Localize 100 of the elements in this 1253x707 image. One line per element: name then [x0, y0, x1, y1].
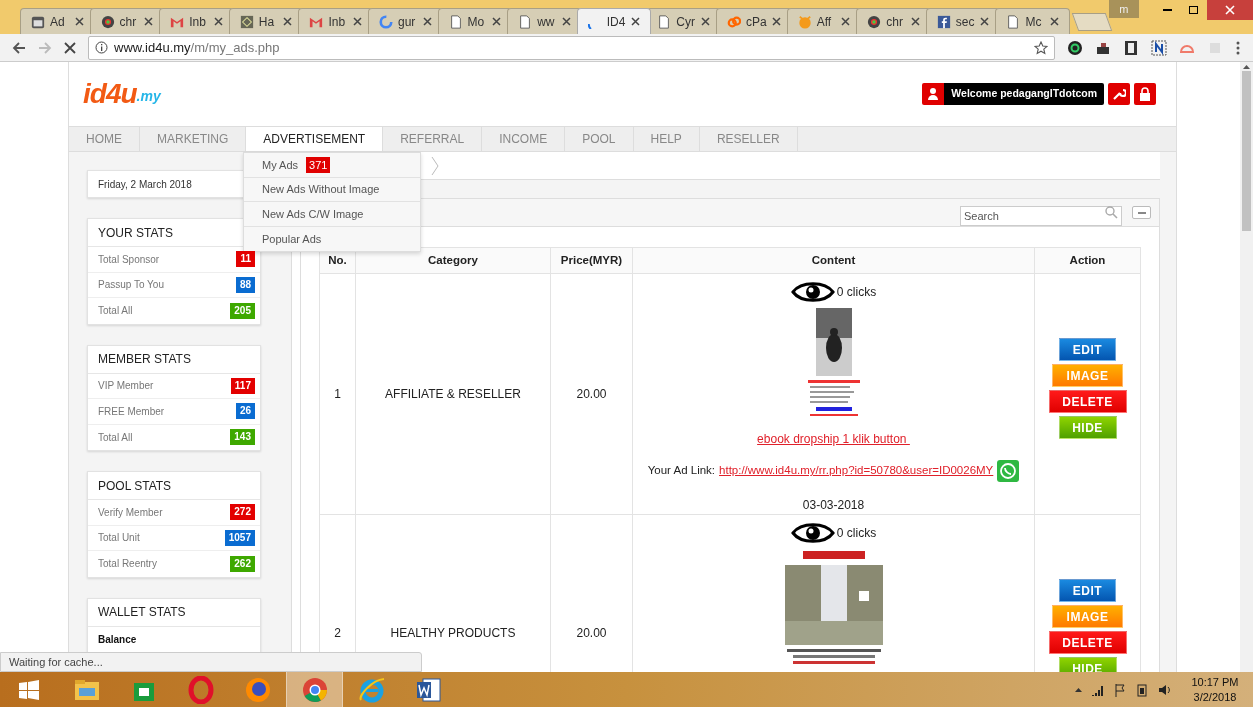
- nav-item[interactable]: ADVERTISEMENT: [246, 127, 384, 151]
- speaker-icon[interactable]: [1158, 682, 1172, 697]
- click-count: 0 clicks: [836, 284, 877, 301]
- document-w-icon: [414, 675, 443, 704]
- page-icon: [518, 14, 533, 29]
- address-bar[interactable]: www.id4u.my/m/my_ads.php: [88, 35, 1055, 60]
- ad-title-link[interactable]: ebook dropship 1 klik button: [757, 430, 910, 448]
- tab-title: Ad: [50, 13, 66, 31]
- count-badge: 117: [230, 377, 255, 394]
- letter-n-icon[interactable]: [1151, 39, 1167, 56]
- count-badge: 143: [230, 429, 255, 446]
- close-icon[interactable]: [213, 17, 223, 26]
- stat-label: Total Sponsor: [98, 252, 160, 267]
- tab-title: Mc: [1025, 13, 1043, 31]
- count-badge: 1057: [224, 529, 255, 546]
- menu-item[interactable]: New Ads Without Image: [244, 177, 420, 202]
- panel-title: POOL STATS: [88, 472, 260, 500]
- count-badge: 88: [235, 276, 255, 293]
- letter-e-icon: [357, 675, 386, 704]
- close-icon[interactable]: [74, 17, 84, 26]
- close-icon[interactable]: [422, 17, 432, 26]
- close-icon[interactable]: [631, 17, 641, 26]
- close-icon[interactable]: [144, 17, 154, 26]
- back-arrow-icon[interactable]: [12, 40, 26, 55]
- row-number: 1: [319, 273, 356, 515]
- stat-label: FREE Member: [98, 404, 165, 419]
- action-button[interactable]: EDIT: [1059, 338, 1116, 361]
- menu-item-label: New Ads Without Image: [262, 182, 380, 197]
- stat-label: Total Reentry: [98, 557, 157, 572]
- column-header: Action: [1034, 247, 1141, 274]
- search-field[interactable]: Search: [960, 205, 1122, 226]
- stat-label: Passup To You: [98, 278, 164, 293]
- stat-label: Verify Member: [98, 505, 163, 520]
- panel-title: MEMBER STATS: [88, 345, 260, 374]
- cpanel-icon: [726, 14, 741, 29]
- logout-button[interactable]: [1134, 83, 1156, 105]
- ad-link[interactable]: http://www.id4u.my/rr.php?id=50780&user=ID0026MY: [719, 462, 994, 480]
- close-icon[interactable]: [841, 17, 851, 26]
- menu-icon[interactable]: [1235, 39, 1241, 56]
- calendar-icon: [31, 14, 45, 29]
- browser-tab[interactable]: Mc: [995, 8, 1070, 34]
- wrench-icon: [1112, 87, 1126, 101]
- tray-arrow-icon[interactable]: [1075, 687, 1082, 692]
- film-icon[interactable]: [1123, 39, 1139, 56]
- signal-icon[interactable]: [1091, 683, 1105, 696]
- tab-title: Mo: [467, 13, 486, 31]
- tab-title: sec: [955, 13, 976, 31]
- tab-title: Aff: [816, 13, 833, 31]
- collapse-button[interactable]: [1132, 206, 1151, 219]
- close-icon[interactable]: [352, 17, 362, 26]
- flag-icon[interactable]: [1114, 682, 1126, 697]
- close-icon[interactable]: [700, 17, 710, 26]
- colorful-circle-icon[interactable]: [1067, 39, 1083, 56]
- close-icon[interactable]: [910, 17, 920, 26]
- diamond-icon: [239, 14, 254, 29]
- battery-icon[interactable]: [1135, 682, 1149, 697]
- tab-title: Ha: [258, 13, 276, 31]
- settings-button[interactable]: [1108, 83, 1130, 105]
- browser-tab[interactable]: ID4: [576, 8, 652, 34]
- clock[interactable]: 10:17 PM 3/2/2018: [1187, 674, 1243, 705]
- search-icon: [1105, 205, 1118, 219]
- colorful-circle-icon: [100, 14, 115, 29]
- action-button[interactable]: DELETE: [1048, 631, 1127, 654]
- click-count: 0 clicks: [836, 525, 877, 542]
- url-text: www.id4u.my/m/my_ads.php: [114, 38, 281, 57]
- tab-title: chr: [119, 13, 138, 31]
- menu-item[interactable]: New Ads C/W Image: [244, 202, 420, 227]
- stat-label: Total All: [98, 430, 133, 445]
- action-button[interactable]: EDIT: [1059, 579, 1116, 602]
- chrome-icon: [300, 675, 329, 704]
- stop-loading-icon[interactable]: [64, 41, 76, 54]
- menu-item[interactable]: My Ads 371: [244, 153, 420, 178]
- stat-label: Balance: [98, 632, 137, 647]
- scrollbar-thumb[interactable]: [1242, 71, 1251, 231]
- info-icon: [95, 41, 108, 54]
- scrollbar[interactable]: [1240, 62, 1253, 672]
- close-icon[interactable]: [980, 17, 990, 26]
- close-icon[interactable]: [561, 17, 571, 26]
- status-bar: Waiting for cache...: [0, 652, 422, 672]
- count-badge: 371: [306, 156, 331, 173]
- tab-title: chr: [886, 13, 904, 31]
- bookmark-star-icon[interactable]: [1034, 40, 1048, 55]
- close-icon[interactable]: [283, 17, 293, 26]
- tab-title: ID4: [606, 13, 627, 31]
- whatsapp-icon[interactable]: [997, 460, 1020, 482]
- close-icon[interactable]: [771, 17, 781, 26]
- action-button[interactable]: DELETE: [1048, 390, 1127, 413]
- count-badge: 272: [230, 504, 255, 521]
- count-badge: 26: [235, 403, 255, 420]
- tab-title: Inb: [328, 13, 347, 31]
- close-icon[interactable]: [1050, 17, 1059, 26]
- menu-item-label: New Ads C/W Image: [262, 206, 364, 222]
- taskbar-app[interactable]: [286, 672, 343, 707]
- facebook-icon: [936, 14, 951, 29]
- page-icon: [1006, 14, 1021, 29]
- scroll-up-arrow-icon[interactable]: [1243, 65, 1250, 69]
- menu-item-label: My Ads: [262, 157, 299, 173]
- close-icon[interactable]: [492, 17, 502, 26]
- page-icon: [657, 14, 672, 29]
- stat-label: Total Unit: [98, 531, 140, 546]
